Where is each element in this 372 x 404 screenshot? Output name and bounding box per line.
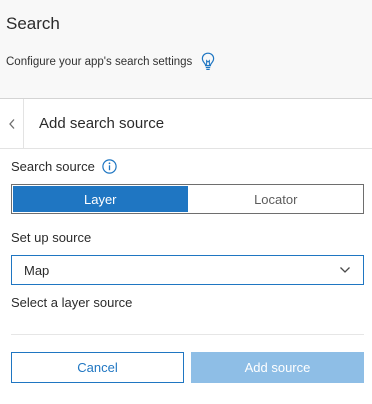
setup-source-label: Set up source — [11, 230, 92, 245]
panel-header: Add search source — [0, 99, 372, 149]
settings-header: Search Configure your app's search setti… — [0, 0, 372, 98]
divider — [11, 334, 364, 335]
subtitle-row: Configure your app's search settings — [6, 52, 215, 72]
source-select[interactable]: Map — [11, 255, 364, 285]
back-button[interactable] — [0, 99, 24, 149]
layer-option[interactable]: Layer — [13, 186, 188, 212]
chevron-down-icon — [340, 267, 350, 273]
layer-source-label: Select a layer source — [11, 295, 133, 310]
page-subtitle: Configure your app's search settings — [6, 56, 193, 68]
search-source-label-row: Search source — [11, 159, 117, 174]
panel-body: Search source Layer Locator Set up sourc… — [0, 149, 372, 404]
search-source-toggle: Layer Locator — [11, 184, 364, 214]
lightbulb-icon[interactable] — [201, 52, 215, 72]
panel-title: Add search source — [39, 115, 165, 132]
chevron-left-icon — [8, 119, 14, 129]
info-icon[interactable] — [102, 159, 117, 174]
page-title: Search — [6, 14, 60, 33]
add-source-panel: Add search source Search source Layer Lo… — [0, 98, 372, 404]
search-source-label: Search source — [11, 159, 95, 174]
search-settings-page: Search Configure your app's search setti… — [0, 0, 372, 404]
source-select-value: Map — [24, 262, 50, 278]
locator-option[interactable]: Locator — [188, 185, 363, 213]
cancel-button[interactable]: Cancel — [11, 352, 184, 383]
add-source-button[interactable]: Add source — [191, 352, 364, 383]
